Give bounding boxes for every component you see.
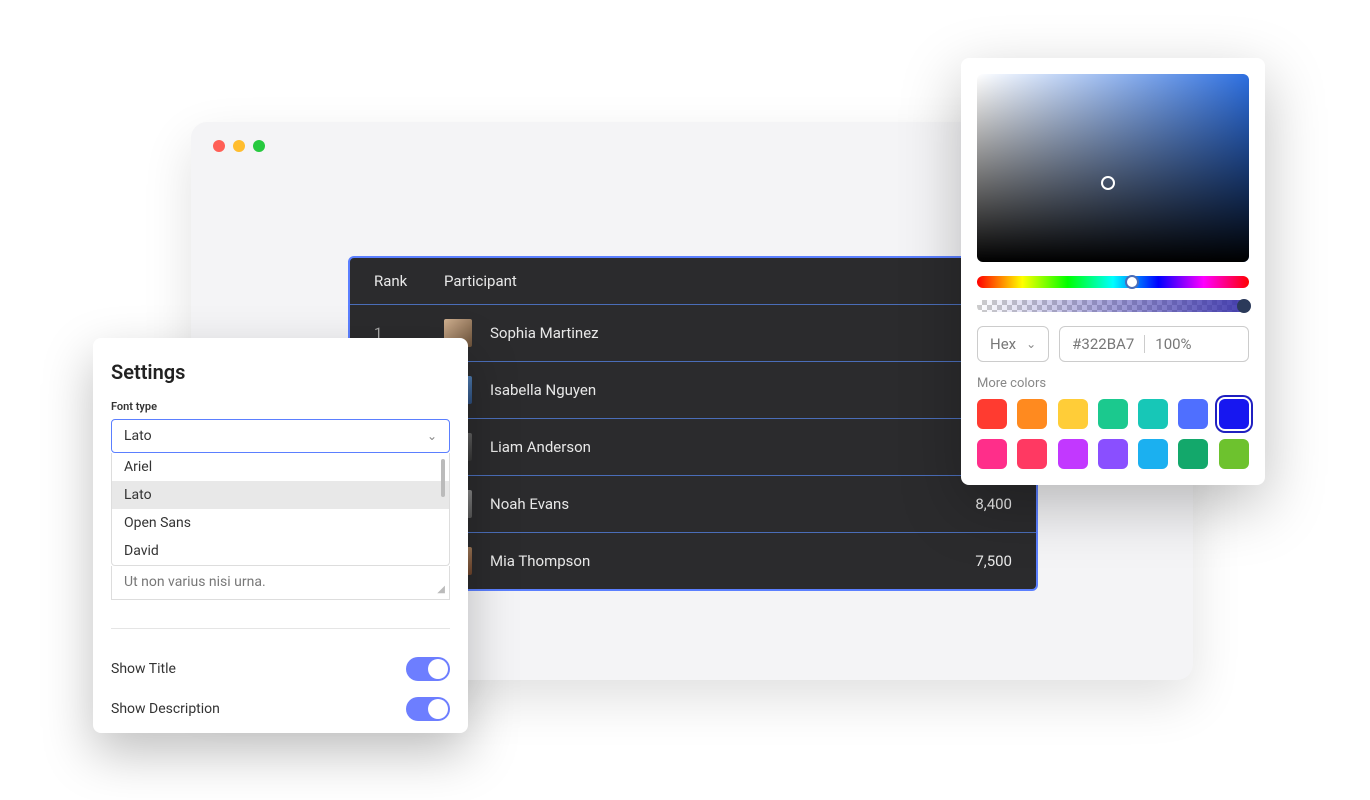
color-swatch[interactable] <box>977 439 1007 469</box>
chevron-down-icon: ⌄ <box>1026 337 1036 351</box>
color-swatch[interactable] <box>1138 399 1168 429</box>
hue-handle[interactable] <box>1125 275 1139 289</box>
font-option[interactable]: Open Sans <box>112 509 449 537</box>
font-option[interactable]: David <box>112 537 449 565</box>
font-dropdown: Ariel Lato Open Sans David <box>111 453 450 566</box>
show-description-label: Show Description <box>111 701 220 717</box>
color-swatch[interactable] <box>1098 439 1128 469</box>
color-inputs: Hex ⌄ #322BA7 100% <box>977 326 1249 362</box>
alpha-handle[interactable] <box>1237 299 1251 313</box>
saturation-value-area[interactable] <box>977 74 1249 262</box>
participant-cell: Mia Thompson <box>444 547 922 575</box>
format-value: Hex <box>990 335 1016 353</box>
participant-name: Noah Evans <box>490 495 569 513</box>
hex-input[interactable]: #322BA7 100% <box>1059 326 1249 362</box>
participant-name: Sophia Martinez <box>490 324 599 342</box>
settings-title: Settings <box>111 360 450 384</box>
color-swatch[interactable] <box>1178 399 1208 429</box>
show-title-label: Show Title <box>111 661 176 677</box>
participant-name: Liam Anderson <box>490 438 591 456</box>
scrollbar[interactable] <box>441 459 445 497</box>
color-swatch[interactable] <box>1178 439 1208 469</box>
more-colors-label: More colors <box>977 376 1249 391</box>
color-swatch[interactable] <box>1017 399 1047 429</box>
font-option[interactable]: Ariel <box>112 453 449 481</box>
header-participant: Participant <box>444 272 922 290</box>
header-rank: Rank <box>374 272 444 290</box>
hex-value: #322BA7 <box>1072 335 1134 353</box>
alpha-slider[interactable] <box>977 300 1249 312</box>
font-option[interactable]: Lato <box>112 481 449 509</box>
color-swatch[interactable] <box>1219 399 1249 429</box>
participant-cell: Noah Evans <box>444 490 922 518</box>
show-title-row: Show Title <box>111 657 450 681</box>
settings-panel: Settings Font type Lato ⌄ Ariel Lato Ope… <box>93 338 468 733</box>
hue-slider[interactable] <box>977 276 1249 288</box>
color-swatch[interactable] <box>1058 439 1088 469</box>
minimize-window-button[interactable] <box>233 140 245 152</box>
participant-cell: Isabella Nguyen <box>444 376 922 404</box>
show-title-toggle[interactable] <box>406 657 450 681</box>
participant-name: Mia Thompson <box>490 552 590 570</box>
textarea-value: Ut non varius nisi urna. <box>124 574 266 590</box>
participant-cell: Liam Anderson <box>444 433 922 461</box>
table-header: Rank Participant Score <box>350 258 1036 304</box>
alpha-value: 100% <box>1155 335 1191 353</box>
toggle-knob <box>428 699 448 719</box>
close-window-button[interactable] <box>213 140 225 152</box>
font-type-label: Font type <box>111 400 450 413</box>
color-swatch[interactable] <box>1138 439 1168 469</box>
resize-handle-icon[interactable]: ◢ <box>437 584 445 595</box>
score-value: 8,400 <box>922 495 1012 513</box>
color-swatch[interactable] <box>1017 439 1047 469</box>
color-picker-panel: Hex ⌄ #322BA7 100% More colors <box>961 58 1265 485</box>
participant-cell: Sophia Martinez <box>444 319 922 347</box>
divider <box>1144 335 1145 353</box>
color-swatch[interactable] <box>1058 399 1088 429</box>
color-swatch[interactable] <box>977 399 1007 429</box>
sv-handle[interactable] <box>1101 176 1115 190</box>
chevron-down-icon: ⌄ <box>427 429 437 443</box>
show-description-toggle[interactable] <box>406 697 450 721</box>
show-description-row: Show Description <box>111 697 450 721</box>
maximize-window-button[interactable] <box>253 140 265 152</box>
toggle-knob <box>428 659 448 679</box>
font-select-value: Lato <box>124 428 152 444</box>
divider <box>111 628 450 629</box>
color-format-select[interactable]: Hex ⌄ <box>977 326 1049 362</box>
participant-name: Isabella Nguyen <box>490 381 596 399</box>
color-swatch[interactable] <box>1098 399 1128 429</box>
color-swatch[interactable] <box>1219 439 1249 469</box>
score-value: 7,500 <box>922 552 1012 570</box>
description-textarea[interactable]: Ut non varius nisi urna. ◢ <box>111 566 450 600</box>
swatches-grid <box>977 399 1249 469</box>
font-select[interactable]: Lato ⌄ <box>111 419 450 453</box>
